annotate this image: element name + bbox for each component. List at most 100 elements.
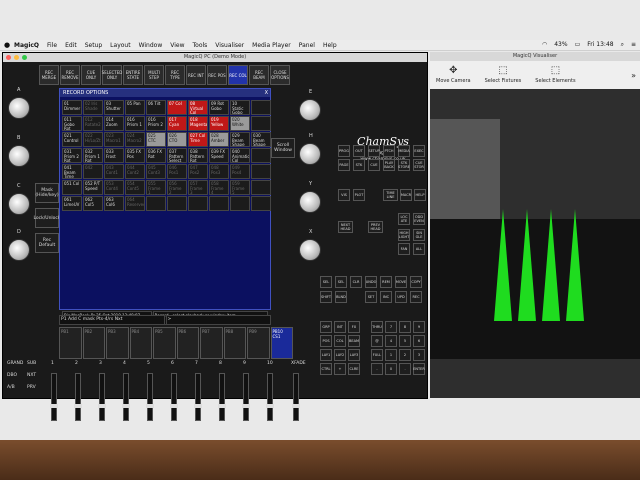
attribute-cell[interactable] [146,196,166,211]
attribute-cell[interactable] [251,116,271,131]
attribute-cell[interactable]: 08 Virtual Col [188,100,208,115]
select-fixtures-tool[interactable]: ⬚ Select Fixtures [485,66,522,85]
attribute-cell[interactable]: 027 Col Time [188,132,208,147]
encoder-a[interactable] [8,97,30,119]
console-key[interactable]: PREV HEAD [368,221,383,233]
menu-media-player[interactable]: Media Player [252,42,291,49]
minimize-window-icon[interactable] [14,55,19,60]
console-key[interactable]: INC [380,291,392,303]
attribute-cell[interactable]: 054 Cont5 [125,180,145,195]
dialog-close-icon[interactable]: X [265,89,268,97]
fader-7[interactable] [194,373,202,421]
console-key[interactable]: OUT [353,145,365,157]
console-key[interactable]: BLND [335,291,347,303]
console-key[interactable]: SHIFT [320,291,332,303]
fader-xfade[interactable] [292,373,300,421]
attribute-cell[interactable] [188,196,208,211]
encoder-c[interactable] [8,193,30,215]
console-key[interactable]: CTRL [320,363,332,375]
rec-col-button[interactable]: REC COL [228,65,248,85]
console-key[interactable]: SEL [335,276,347,288]
attribute-cell[interactable] [251,164,271,179]
attribute-cell[interactable]: 061 LimeUV [62,196,82,211]
menu-panel[interactable]: Panel [299,42,315,49]
attribute-cell[interactable]: 020 White [230,116,250,131]
console-key[interactable]: LAY2 [334,349,346,361]
attribute-cell[interactable]: 051 Col [62,180,82,195]
menu-help[interactable]: Help [323,42,337,49]
lock-unlock-button[interactable]: Lock/Unlock [34,208,61,228]
console-key[interactable]: PTCH [383,145,395,157]
console-key[interactable]: MEDIA [398,145,410,157]
attribute-cell[interactable]: 035 FX Pos [125,148,145,163]
rec-merge-button[interactable]: REC MERGE [39,65,59,85]
nxt-button[interactable]: NXT [27,373,36,378]
console-key[interactable]: TIME LINE [383,189,398,201]
console-key[interactable]: 1 [385,349,397,361]
clock[interactable]: Fri 13:48 [587,41,613,49]
attribute-cell[interactable]: 042 [83,164,103,179]
attribute-cell[interactable]: 018 Magenta [188,116,208,131]
playback-2[interactable]: PB2 [82,327,105,359]
close-options-button[interactable]: CLOSE OPTIONS [270,65,290,85]
attribute-cell[interactable]: 021 Control [62,132,82,147]
attribute-cell[interactable]: 016 Prism 2 [146,116,166,131]
attribute-cell[interactable] [230,196,250,211]
menu-visualiser[interactable]: Visualiser [215,42,244,49]
menu-edit[interactable]: Edit [65,42,77,49]
attribute-cell[interactable] [251,148,271,163]
attribute-cell[interactable]: 063 Col6 [104,196,124,211]
attribute-cell[interactable]: 012 Rotate2 [83,116,103,131]
attribute-cell[interactable]: 036 FX Rot [146,148,166,163]
attribute-cell[interactable] [167,196,187,211]
playback-7[interactable]: PB7 [200,327,223,359]
console-key[interactable]: FX [348,321,360,333]
playback-9[interactable]: PB9 [247,327,270,359]
console-key[interactable]: CLRE [348,363,360,375]
console-key[interactable]: SIN GLE [413,229,425,241]
rec-type-button[interactable]: REC TYPE [165,65,185,85]
console-key[interactable]: FULL [371,349,383,361]
apple-icon[interactable]: ● [0,41,14,49]
console-key[interactable]: BEAM [348,335,360,347]
attribute-cell[interactable]: 026 CTO [167,132,187,147]
console-key[interactable]: UPD [395,291,407,303]
attribute-cell[interactable]: 038 Pattern Rot [188,148,208,163]
console-key[interactable]: HIGH LIGHT [398,229,410,241]
attribute-cell[interactable]: 041 Beam Time [62,164,82,179]
attribute-cell[interactable]: 033 Frost [104,148,124,163]
console-key[interactable]: INT [334,321,346,333]
attribute-cell[interactable]: 024 Macro2 [125,132,145,147]
console-key[interactable]: GRP [320,321,332,333]
scroll-window-button[interactable]: Scroll Window [271,138,295,158]
attribute-cell[interactable]: 016 Prism 1 [125,116,145,131]
selected-only-button[interactable]: SELECTED ONLY [102,65,122,85]
search-icon[interactable]: ⌕ [621,41,624,49]
menu-window[interactable]: Window [139,42,163,49]
console-key[interactable]: ALL [413,243,425,255]
fader-2[interactable] [74,373,82,421]
console-key[interactable]: PROG [338,145,350,157]
cue-only-button[interactable]: CUE ONLY [81,65,101,85]
console-key[interactable]: EXEC [413,145,425,157]
multi-step-button[interactable]: MULTI STEP [144,65,164,85]
visualiser-scene[interactable] [430,89,640,398]
attribute-cell[interactable]: 039 FX Speed [209,148,229,163]
console-key[interactable]: SETUP [368,145,380,157]
fader-1[interactable] [50,373,58,421]
attribute-cell[interactable]: 06 Tilt [146,100,166,115]
console-key[interactable]: UNDO [365,276,377,288]
console-key[interactable]: 2 [399,349,411,361]
encoder-b[interactable] [8,145,30,167]
console-key[interactable]: + [334,363,346,375]
playback-4[interactable]: PB4 [129,327,152,359]
menu-setup[interactable]: Setup [85,42,102,49]
attribute-cell[interactable]: 031 Prism 2 Rot [62,148,82,163]
attribute-cell[interactable] [251,196,271,211]
attribute-cell[interactable]: 043 Cont1 [104,164,124,179]
attribute-cell[interactable]: 030 Beam Shape Rot [251,132,271,147]
attribute-cell[interactable]: 056 Frame 2 [167,180,187,195]
menu-layout[interactable]: Layout [110,42,130,49]
attribute-cell[interactable]: 025 CTC [146,132,166,147]
menu-file[interactable]: File [47,42,57,49]
